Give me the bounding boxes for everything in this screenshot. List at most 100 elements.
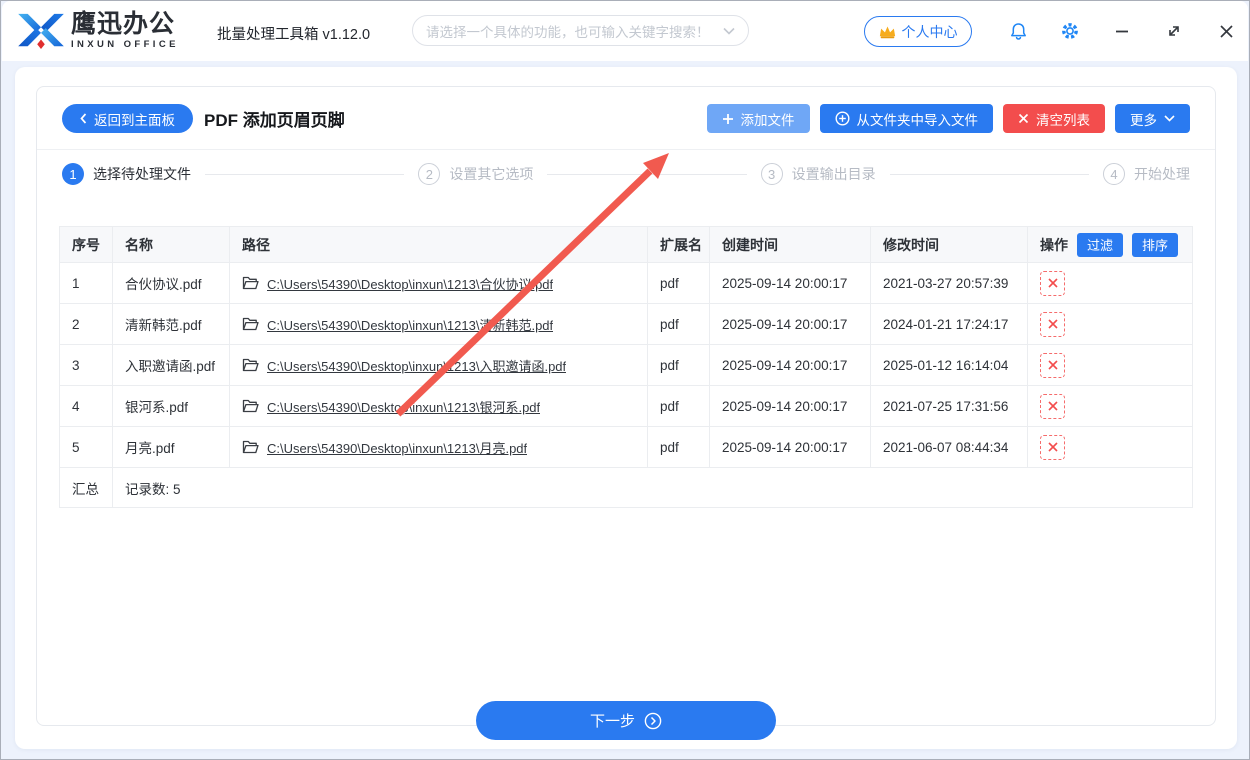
cell-ext: pdf bbox=[647, 426, 710, 468]
cell-index: 1 bbox=[59, 262, 113, 304]
clear-list-button[interactable]: 清空列表 bbox=[1003, 104, 1105, 133]
table-row: 2 清新韩范.pdf C:\Users\54390\Desktop\inxun\12… bbox=[59, 303, 1193, 345]
chevron-down-icon bbox=[723, 27, 735, 35]
delete-x-icon bbox=[1047, 319, 1058, 329]
cell-name: 清新韩范.pdf bbox=[112, 303, 230, 345]
import-from-folder-button[interactable]: 从文件夹中导入文件 bbox=[819, 104, 993, 133]
app-title: 批量处理工具箱 v1.12.0 bbox=[217, 27, 371, 43]
folder-icon bbox=[242, 317, 259, 331]
card-header: 返回到主面板 PDF 添加页眉页脚 添加文件 从文件夹中导入文件 清空列表 更多 bbox=[62, 104, 1190, 133]
table-row: 1 合伙协议.pdf C:\Users\54390\Desktop\inxun\12… bbox=[59, 262, 1193, 304]
plus-icon bbox=[722, 113, 733, 124]
step-2-number: 2 bbox=[418, 163, 441, 185]
crown-icon bbox=[879, 25, 895, 38]
delete-x-icon bbox=[1047, 360, 1058, 370]
chevron-down-icon bbox=[1164, 115, 1175, 122]
brand-text: 鹰迅办公 INXUN OFFICE bbox=[71, 12, 179, 50]
close-button[interactable] bbox=[1214, 19, 1238, 43]
file-table: 序号 名称 路径 扩展名 创建时间 修改时间 操作 过滤 排序 1 合伙协议.p… bbox=[59, 226, 1193, 508]
table-row: 4 银河系.pdf C:\Users\54390\Desktop\inxun\121… bbox=[59, 385, 1193, 427]
col-header-modified: 修改时间 bbox=[870, 226, 1028, 263]
settings-button[interactable] bbox=[1058, 19, 1082, 43]
more-button[interactable]: 更多 bbox=[1115, 104, 1190, 133]
folder-icon bbox=[242, 276, 259, 290]
delete-x-icon bbox=[1047, 278, 1058, 288]
step-2-label: 设置其它选项 bbox=[449, 166, 534, 182]
x-icon bbox=[1018, 113, 1029, 124]
delete-row-button[interactable] bbox=[1040, 270, 1065, 296]
col-header-created: 创建时间 bbox=[709, 226, 871, 263]
more-label: 更多 bbox=[1130, 112, 1157, 128]
col-header-name: 名称 bbox=[112, 226, 230, 263]
step-1-label: 选择待处理文件 bbox=[93, 166, 191, 182]
cell-created: 2025-09-14 20:00:17 bbox=[709, 303, 871, 345]
delete-row-button[interactable] bbox=[1040, 311, 1065, 337]
col-header-index: 序号 bbox=[59, 226, 113, 263]
step-connector bbox=[889, 173, 1089, 175]
clear-list-label: 清空列表 bbox=[1036, 112, 1090, 128]
restore-button[interactable] bbox=[1162, 19, 1186, 43]
file-path-link[interactable]: C:\Users\54390\Desktop\inxun\1213\清新韩范.p… bbox=[267, 315, 553, 334]
inxun-logo-icon bbox=[18, 13, 64, 50]
minimize-icon bbox=[1116, 30, 1128, 33]
cell-modified: 2024-01-21 17:24:17 bbox=[870, 303, 1028, 345]
delete-row-button[interactable] bbox=[1040, 434, 1065, 460]
cell-ext: pdf bbox=[647, 262, 710, 304]
delete-x-icon bbox=[1047, 442, 1058, 452]
import-from-folder-label: 从文件夹中导入文件 bbox=[856, 112, 979, 128]
brand-name-cn: 鹰迅办公 bbox=[71, 10, 176, 39]
page-title: PDF 添加页眉页脚 bbox=[204, 111, 345, 130]
back-to-dashboard-button[interactable]: 返回到主面板 bbox=[62, 104, 193, 133]
filter-button[interactable]: 过滤 bbox=[1077, 232, 1124, 257]
step-2-options: 2 设置其它选项 bbox=[418, 163, 533, 185]
cell-created: 2025-09-14 20:00:17 bbox=[709, 344, 871, 386]
step-1-number: 1 bbox=[62, 163, 84, 185]
personal-center-button[interactable]: 个人中心 bbox=[864, 16, 972, 47]
cell-index: 5 bbox=[59, 426, 113, 468]
col-header-actions: 操作 bbox=[1040, 236, 1068, 253]
cell-created: 2025-09-14 20:00:17 bbox=[709, 385, 871, 427]
titlebar: 鹰迅办公 INXUN OFFICE 批量处理工具箱 v1.12.0 请选择一个具… bbox=[2, 1, 1248, 61]
cell-modified: 2021-06-07 08:44:34 bbox=[870, 426, 1028, 468]
next-step-label: 下一步 bbox=[589, 713, 635, 730]
step-3-output-dir: 3 设置输出目录 bbox=[760, 163, 876, 185]
cell-name: 银河系.pdf bbox=[112, 385, 230, 427]
function-search-select[interactable]: 请选择一个具体的功能，也可输入关键字搜索！ bbox=[412, 15, 749, 46]
delete-x-icon bbox=[1047, 401, 1058, 411]
back-label: 返回到主面板 bbox=[94, 112, 175, 128]
bell-icon bbox=[1010, 22, 1026, 40]
file-path-link[interactable]: C:\Users\54390\Desktop\inxun\1213\合伙协议.p… bbox=[267, 274, 553, 293]
minimize-button[interactable] bbox=[1110, 19, 1134, 43]
cell-index: 4 bbox=[59, 385, 113, 427]
step-connector bbox=[205, 173, 405, 175]
step-4-label: 开始处理 bbox=[1133, 166, 1190, 182]
step-1-select-files: 1 选择待处理文件 bbox=[62, 163, 191, 185]
folder-icon bbox=[242, 440, 259, 454]
step-indicator: 1 选择待处理文件 2 设置其它选项 3 设置输出目录 4 开始处理 bbox=[62, 163, 1190, 185]
cell-modified: 2021-03-27 20:57:39 bbox=[870, 262, 1028, 304]
summary-label: 汇总 bbox=[59, 467, 113, 508]
notifications-button[interactable] bbox=[1006, 19, 1030, 43]
header-divider bbox=[37, 149, 1215, 150]
folder-icon bbox=[242, 399, 259, 413]
delete-row-button[interactable] bbox=[1040, 352, 1065, 378]
file-path-link[interactable]: C:\Users\54390\Desktop\inxun\1213\入职邀请函.… bbox=[267, 356, 566, 375]
step-4-start: 4 开始处理 bbox=[1102, 163, 1190, 185]
restore-icon bbox=[1169, 26, 1179, 36]
col-header-path: 路径 bbox=[229, 226, 648, 263]
cell-ext: pdf bbox=[647, 303, 710, 345]
cell-ext: pdf bbox=[647, 385, 710, 427]
step-connector bbox=[547, 173, 747, 175]
file-actions: 添加文件 从文件夹中导入文件 清空列表 更多 bbox=[706, 104, 1190, 133]
file-path-link[interactable]: C:\Users\54390\Desktop\inxun\1213\银河系.pd… bbox=[267, 397, 540, 416]
cell-ext: pdf bbox=[647, 344, 710, 386]
cell-created: 2025-09-14 20:00:17 bbox=[709, 262, 871, 304]
next-step-button[interactable]: 下一步 bbox=[476, 701, 776, 740]
file-path-link[interactable]: C:\Users\54390\Desktop\inxun\1213\月亮.pdf bbox=[267, 438, 527, 457]
app-window: 鹰迅办公 INXUN OFFICE 批量处理工具箱 v1.12.0 请选择一个具… bbox=[0, 0, 1250, 760]
delete-row-button[interactable] bbox=[1040, 393, 1065, 419]
content-card: 返回到主面板 PDF 添加页眉页脚 添加文件 从文件夹中导入文件 清空列表 更多… bbox=[36, 86, 1216, 726]
cell-modified: 2021-07-25 17:31:56 bbox=[870, 385, 1028, 427]
sort-button[interactable]: 排序 bbox=[1132, 232, 1179, 257]
add-files-button[interactable]: 添加文件 bbox=[706, 104, 810, 133]
